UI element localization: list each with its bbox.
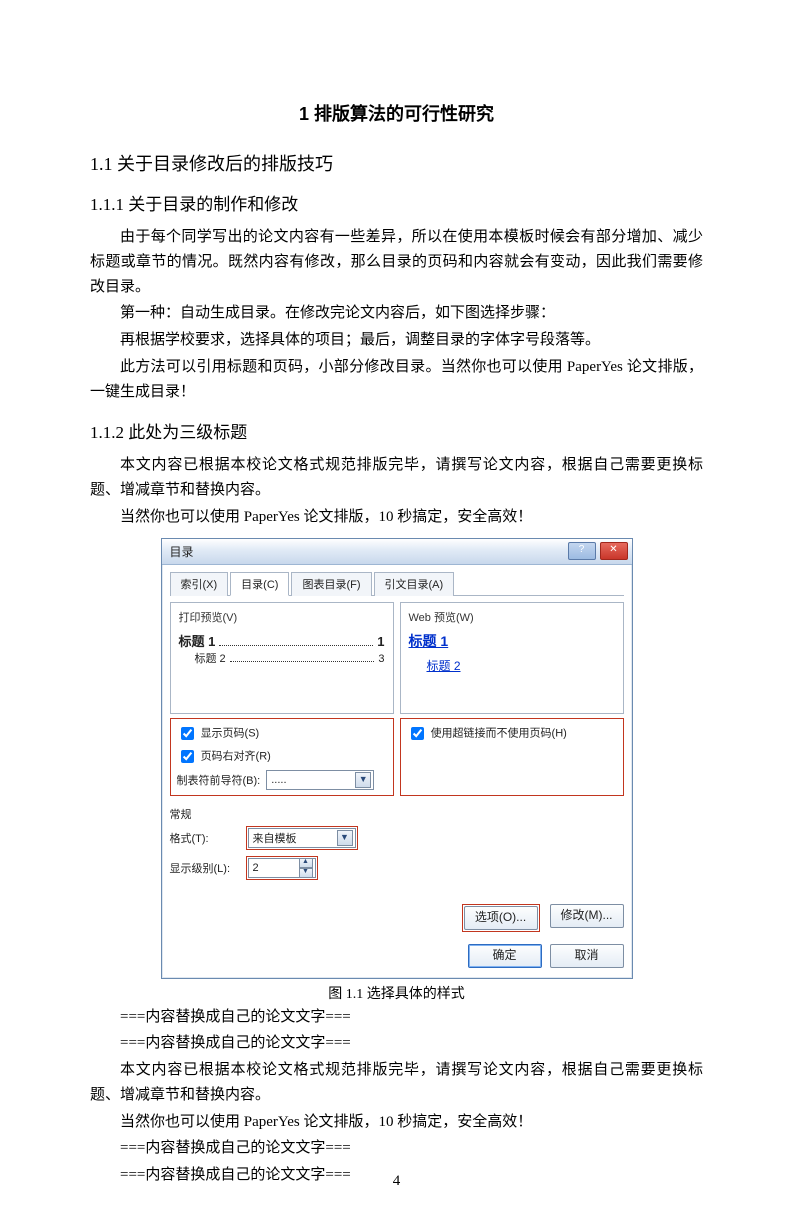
toc-h2-label: 标题 2 xyxy=(195,650,226,666)
show-pagenum-label: 显示页码(S) xyxy=(201,727,260,739)
close-button[interactable]: ✕ xyxy=(600,542,628,560)
levels-spinner[interactable]: 2 ▲ ▼ xyxy=(248,858,316,878)
dialog-title-text: 目录 xyxy=(170,543,194,560)
web-h1: 标题 1 xyxy=(409,631,615,651)
format-dropdown[interactable]: 来自模板 ▼ xyxy=(248,828,356,848)
chapter-title: 1 排版算法的可行性研究 xyxy=(90,100,703,126)
right-align-check[interactable]: 页码右对齐(R) xyxy=(177,747,387,766)
use-hyperlink-checkbox[interactable] xyxy=(411,727,424,740)
page-number: 4 xyxy=(0,1173,793,1190)
paragraph: 第一种：自动生成目录。在修改完论文内容后，如下图选择步骤： xyxy=(90,301,703,326)
paragraph: 由于每个同学写出的论文内容有一些差异，所以在使用本模板时候会有部分增加、减少标题… xyxy=(90,225,703,299)
right-align-label: 页码右对齐(R) xyxy=(201,750,271,762)
chevron-down-icon: ▼ xyxy=(355,772,371,788)
ok-button[interactable]: 确定 xyxy=(468,944,542,968)
help-button[interactable]: ? xyxy=(568,542,596,560)
web-h2: 标题 2 xyxy=(427,657,615,674)
paragraph: ===内容替换成自己的论文文字=== xyxy=(90,1136,703,1161)
general-label: 常规 xyxy=(170,806,624,822)
use-hyperlink-label: 使用超链接而不使用页码(H) xyxy=(431,727,567,739)
section-1-1: 1.1 关于目录修改后的排版技巧 xyxy=(90,150,703,176)
show-pagenum-checkbox[interactable] xyxy=(181,727,194,740)
paragraph: 本文内容已根据本校论文格式规范排版完毕，请撰写论文内容，根据自己需要更换标题、增… xyxy=(90,1058,703,1108)
toc-h1-page: 1 xyxy=(377,634,384,649)
right-align-checkbox[interactable] xyxy=(181,750,194,763)
tab-figures[interactable]: 图表目录(F) xyxy=(291,572,371,596)
toc-h1-label: 标题 1 xyxy=(179,631,216,650)
paragraph: 本文内容已根据本校论文格式规范排版完毕，请撰写论文内容，根据自己需要更换标题、增… xyxy=(90,453,703,503)
web-preview-box: Web 预览(W) 标题 1 标题 2 xyxy=(400,602,624,714)
tab-index[interactable]: 索引(X) xyxy=(170,572,229,596)
chevron-down-icon[interactable]: ▼ xyxy=(299,868,313,878)
tab-toc[interactable]: 目录(C) xyxy=(230,572,289,596)
toc-dialog: 目录 ? ✕ 索引(X) 目录(C) 图表目录(F) 引文目录(A) 打印预览(… xyxy=(161,538,633,979)
dialog-titlebar[interactable]: 目录 ? ✕ xyxy=(162,539,632,565)
right-options: 使用超链接而不使用页码(H) xyxy=(400,718,624,796)
web-preview-label: Web 预览(W) xyxy=(409,609,615,625)
cancel-button[interactable]: 取消 xyxy=(550,944,624,968)
toc-h2-page: 3 xyxy=(378,653,384,665)
paragraph: ===内容替换成自己的论文文字=== xyxy=(90,1031,703,1056)
format-value: 来自模板 xyxy=(253,830,297,846)
tab-citations[interactable]: 引文目录(A) xyxy=(374,572,455,596)
modify-button[interactable]: 修改(M)... xyxy=(550,904,624,928)
chevron-up-icon[interactable]: ▲ xyxy=(299,858,313,868)
paragraph: 此方法可以引用标题和页码，小部分修改目录。当然你也可以使用 PaperYes 论… xyxy=(90,355,703,405)
paragraph: ===内容替换成自己的论文文字=== xyxy=(90,1005,703,1030)
figure-caption-1-1: 图 1.1 选择具体的样式 xyxy=(90,983,703,1003)
paragraph: 当然你也可以使用 PaperYes 论文排版，10 秒搞定，安全高效！ xyxy=(90,505,703,530)
format-label: 格式(T): xyxy=(170,830,240,846)
levels-value: 2 xyxy=(253,862,259,874)
print-preview-label: 打印预览(V) xyxy=(179,609,385,625)
left-options: 显示页码(S) 页码右对齐(R) 制表符前导符(B): ..... ▼ xyxy=(170,718,394,796)
paragraph: 再根据学校要求，选择具体的项目；最后，调整目录的字体字号段落等。 xyxy=(90,328,703,353)
section-1-1-1: 1.1.1 关于目录的制作和修改 xyxy=(90,190,703,215)
use-hyperlink-check[interactable]: 使用超链接而不使用页码(H) xyxy=(407,724,617,743)
print-preview-box: 打印预览(V) 标题 1 1 标题 2 3 xyxy=(170,602,394,714)
chevron-down-icon: ▼ xyxy=(337,830,353,846)
tab-leader-label: 制表符前导符(B): xyxy=(177,772,261,788)
levels-label: 显示级别(L): xyxy=(170,860,240,876)
options-button[interactable]: 选项(O)... xyxy=(464,906,538,930)
tab-leader-value: ..... xyxy=(271,774,286,786)
section-1-1-2: 1.1.2 此处为三级标题 xyxy=(90,418,703,443)
show-pagenum-check[interactable]: 显示页码(S) xyxy=(177,724,387,743)
tab-leader-dropdown[interactable]: ..... ▼ xyxy=(266,770,374,790)
